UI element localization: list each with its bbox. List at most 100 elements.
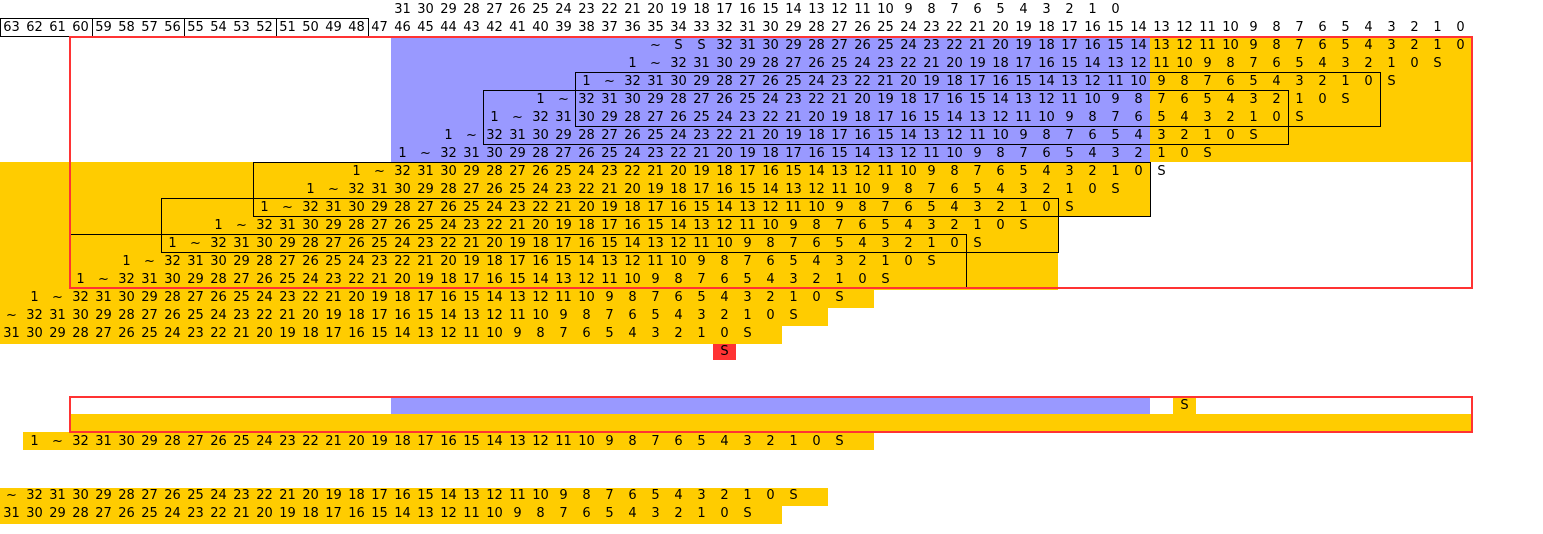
row-17-cell: 12 <box>440 326 457 341</box>
header-bottom-cell: 9 <box>1249 20 1258 35</box>
row-16-cell: 24 <box>210 308 227 323</box>
row-19-cell: 23 <box>233 488 250 503</box>
row-16-cell: 16 <box>394 308 411 323</box>
header-bottom-cell: 14 <box>1130 20 1147 35</box>
row-19-cell: 18 <box>348 488 365 503</box>
row-17-cell: 9 <box>513 326 522 341</box>
header-top-cell: 8 <box>927 2 936 17</box>
row-17-cell: 26 <box>118 326 135 341</box>
row-17-cell: 18 <box>302 326 319 341</box>
row-20-cell: 7 <box>559 506 568 521</box>
row-16-cell: 21 <box>279 308 296 323</box>
header-bottom-cell: 8 <box>1272 20 1281 35</box>
header-bottom-cell: 7 <box>1295 20 1304 35</box>
header-bottom-cell: 10 <box>1222 20 1239 35</box>
row-20-cell: 19 <box>279 506 296 521</box>
row-18-cell: 1 <box>30 434 39 449</box>
row-15-cell: 12 <box>532 290 549 305</box>
header-top-cell: 26 <box>509 2 526 17</box>
row-17-cell: 25 <box>141 326 158 341</box>
header-bottom-cell: 4 <box>1364 20 1373 35</box>
row-16-cell: 22 <box>256 308 273 323</box>
row-18-cell: 12 <box>532 434 549 449</box>
header-group-box <box>184 18 277 37</box>
header-bottom-cell: 19 <box>1015 20 1032 35</box>
row-20-cell: 26 <box>118 506 135 521</box>
row-15-cell: 22 <box>302 290 319 305</box>
row-16-cell: 2 <box>720 308 729 323</box>
row-16-cell: 5 <box>651 308 660 323</box>
row-18-cell: 16 <box>440 434 457 449</box>
row-18-cell: 4 <box>720 434 729 449</box>
header-bottom-cell: 39 <box>555 20 572 35</box>
header-bottom-cell: 43 <box>463 20 480 35</box>
header-bottom-cell: 45 <box>417 20 434 35</box>
row-19-cell: 8 <box>582 488 591 503</box>
row-17-cell: 29 <box>49 326 66 341</box>
header-bottom-cell: 15 <box>1107 20 1124 35</box>
row-19-cell: 32 <box>26 488 43 503</box>
row-20-cell: 28 <box>72 506 89 521</box>
row-20-cell: 5 <box>605 506 614 521</box>
row-20-cell: 8 <box>536 506 545 521</box>
row-19-cell: 5 <box>651 488 660 503</box>
row-19-cell: 28 <box>118 488 135 503</box>
row-15-cell: 14 <box>486 290 503 305</box>
row-17-cell: 15 <box>371 326 388 341</box>
row-20-cell: 20 <box>256 506 273 521</box>
row-19-cell: 16 <box>394 488 411 503</box>
row-16-cell: 25 <box>187 308 204 323</box>
header-top-cell: 16 <box>739 2 756 17</box>
row-17-cell: 28 <box>72 326 89 341</box>
header-top-cell: 27 <box>486 2 503 17</box>
header-group-box <box>276 18 369 37</box>
row-19-cell: 0 <box>766 488 775 503</box>
row-16-cell: 0 <box>766 308 775 323</box>
row-16-cell: 19 <box>325 308 342 323</box>
row-20-cell: 16 <box>348 506 365 521</box>
row-18-cell: 19 <box>371 434 388 449</box>
row-15-cell: S <box>835 290 844 305</box>
row-16-cell: ~ <box>6 308 17 323</box>
row-16-cell: 1 <box>743 308 752 323</box>
row-16-cell: 20 <box>302 308 319 323</box>
row-15-cell: 24 <box>256 290 273 305</box>
row-16-cell: 10 <box>532 308 549 323</box>
row-15-cell: 20 <box>348 290 365 305</box>
row-19-cell: 19 <box>325 488 342 503</box>
row-20-cell: 25 <box>141 506 158 521</box>
header-top-cell: 30 <box>417 2 434 17</box>
header-bottom-cell: 24 <box>900 20 917 35</box>
row-19-cell: 9 <box>559 488 568 503</box>
row-16-cell: 32 <box>26 308 43 323</box>
row-15-cell: 21 <box>325 290 342 305</box>
header-bottom-cell: 6 <box>1318 20 1327 35</box>
row-18-cell: 24 <box>256 434 273 449</box>
row-20-cell: 12 <box>440 506 457 521</box>
row-19-cell: 14 <box>440 488 457 503</box>
header-top-cell: 21 <box>624 2 641 17</box>
row-18-cell: ~ <box>52 434 63 449</box>
row-20-cell: 10 <box>486 506 503 521</box>
row-17-cell: 19 <box>279 326 296 341</box>
header-bottom-cell: 47 <box>371 20 388 35</box>
header-top-cell: 10 <box>877 2 894 17</box>
row-19-cell: 7 <box>605 488 614 503</box>
row-20-cell: 3 <box>651 506 660 521</box>
row-19-cell: 10 <box>532 488 549 503</box>
row-16-cell: S <box>789 308 798 323</box>
row-15-cell: 16 <box>440 290 457 305</box>
row-20-cell: 13 <box>417 506 434 521</box>
row-18-cell: 28 <box>164 434 181 449</box>
row-19-cell: 25 <box>187 488 204 503</box>
row-15-cell: 6 <box>674 290 683 305</box>
header-top-cell: 31 <box>394 2 411 17</box>
row-15-cell: ~ <box>52 290 63 305</box>
row-19-cell: S <box>789 488 798 503</box>
row-19-cell: ~ <box>6 488 17 503</box>
row-17-cell: 6 <box>582 326 591 341</box>
header-bottom-cell: 38 <box>578 20 595 35</box>
row-19-cell: 17 <box>371 488 388 503</box>
header-top-cell: 18 <box>693 2 710 17</box>
row-15-cell: 17 <box>417 290 434 305</box>
